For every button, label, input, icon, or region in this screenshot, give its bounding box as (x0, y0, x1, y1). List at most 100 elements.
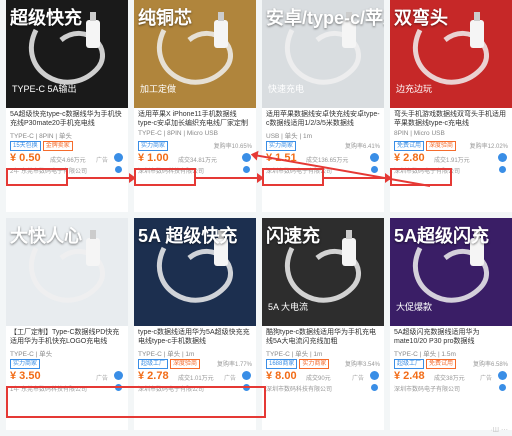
product-price: ¥ 2.48 (394, 370, 425, 382)
product-title[interactable]: 【工厂定制】Type-C数据线PD快充适用华为手机快充LOGO充电线 (10, 328, 124, 346)
cart-icon[interactable] (114, 153, 123, 162)
product-tag: 免费试用 (394, 141, 425, 151)
product-title[interactable]: 5A超级快充type-c数据线华为手机快充线P30mate20手机充电线 (10, 110, 124, 128)
image-headline: 安卓/type-c/苹果数据线 (266, 8, 384, 28)
product-title[interactable]: 5A超级闪充数据线适用华为mate10/20 P30 pro数据线 (394, 328, 508, 346)
repurchase-rate: 复购率10.65% (213, 144, 252, 150)
ad-label: 广告 (95, 158, 108, 164)
highlight-box (134, 168, 196, 186)
sales-volume: 成交38万元 (434, 376, 465, 382)
sales-volume: 成交4.66万元 (50, 158, 86, 164)
product-specs: TYPE-C | 单头 | 1m (266, 351, 323, 358)
ad-label: 广告 (95, 376, 108, 382)
image-subline: 5A 大电流 (268, 302, 309, 312)
sales-volume: 成交1.01万元 (178, 376, 214, 382)
verified-icon (243, 166, 250, 173)
product-tag: 1688商家 (266, 359, 298, 369)
highlight-box (6, 386, 266, 418)
cart-icon[interactable] (242, 371, 251, 380)
product-image[interactable]: 5A 超级快充 (134, 218, 256, 326)
product-image[interactable]: 5A超级闪充 大促爆款 (390, 218, 512, 326)
image-headline: 闪速充 (266, 226, 320, 246)
arrow-annotation (196, 173, 264, 183)
product-specs: TYPE-C | 8PIN | Micro USB (138, 130, 218, 137)
product-tag: 超级工厂 (138, 359, 169, 369)
product-image[interactable]: 大快人心 (6, 218, 128, 326)
product-image[interactable]: 双弯头 边充边玩 (390, 0, 512, 108)
highlight-box (262, 168, 324, 186)
product-tag: 深度验商 (426, 141, 457, 151)
product-price: ¥ 8.00 (266, 370, 297, 382)
product-specs: 8PIN | Micro USB (394, 130, 445, 137)
image-headline: 双弯头 (394, 8, 448, 28)
product-tags: 实力商家 (10, 359, 41, 369)
ad-label: 广告 (351, 376, 364, 382)
product-tags: 免费试用 深度验商 (394, 141, 457, 151)
image-headline: 超级快充 (10, 8, 82, 28)
product-tags: 15天包换 金牌卖家 (10, 141, 73, 151)
ad-label: 广告 (479, 376, 492, 382)
product-card[interactable]: 闪速充 5A 大电流酷狗type-c数据线适用华为手机充电线5A大电流闪充线加粗 T… (262, 218, 384, 430)
image-headline: 5A超级闪充 (394, 226, 490, 246)
cart-icon[interactable] (370, 371, 379, 380)
product-image[interactable]: 安卓/type-c/苹果数据线快速充电 (262, 0, 384, 108)
product-image[interactable]: 超级快充 TYPE-C 5A输出 (6, 0, 128, 108)
sales-volume: 成交1.91万元 (434, 158, 470, 164)
product-title[interactable]: 酷狗type-c数据线适用华为手机充电线5A大电流闪充线加粗 (266, 328, 380, 346)
product-specs: TYPE-C | 单头 | 1m (138, 351, 195, 358)
product-tag: 超级工厂 (394, 359, 425, 369)
product-tag: 深度验商 (170, 359, 201, 369)
highlight-box (6, 168, 68, 186)
product-tag: 实力商家 (138, 141, 169, 151)
product-tag: 15天包换 (10, 141, 41, 151)
product-tags: 超级工厂 深度验商 (138, 359, 201, 369)
product-image[interactable]: 闪速充 5A 大电流 (262, 218, 384, 326)
product-tags: 超级工厂 免费试用 (394, 359, 457, 369)
product-specs: USB | 单头 | 1m (266, 133, 312, 140)
product-title[interactable]: 适用苹果数据线安卓快充线安卓type-c数据线适用1/2/3/5米数据线 (266, 110, 380, 128)
repurchase-rate: 复购率3.54% (344, 362, 380, 368)
verified-icon (115, 166, 122, 173)
product-image[interactable]: 纯铜芯 加工定做 (134, 0, 256, 108)
image-headline: 大快人心 (10, 226, 82, 246)
image-headline: 5A 超级快充 (138, 226, 238, 246)
image-subline: 加工定做 (140, 84, 177, 94)
product-title[interactable]: 弯头手机游戏数据线双弯头手机适用苹果数据线type-c充电线 (394, 110, 508, 128)
product-specs: TYPE-C | 8PIN | 单头 (10, 133, 72, 140)
product-tag: 实力商家 (266, 141, 297, 151)
product-tag: 免费试用 (426, 359, 457, 369)
repurchase-rate: 复购率1.77% (216, 362, 252, 368)
shop-name[interactable]: 深圳市数码科技有限公司 (266, 384, 332, 393)
product-price: ¥ 0.50 (10, 152, 41, 164)
image-subline: TYPE-C 5A输出 (12, 84, 77, 94)
product-price: ¥ 2.78 (138, 370, 169, 382)
product-price: ¥ 3.50 (10, 370, 41, 382)
verified-icon (499, 384, 506, 391)
product-tag: 金牌卖家 (42, 141, 73, 151)
product-tag: 实力商家 (299, 359, 330, 369)
image-headline: 纯铜芯 (138, 8, 192, 28)
product-price: ¥ 1.00 (138, 152, 169, 164)
image-subline: 快速充电 (268, 84, 305, 94)
cart-icon[interactable] (498, 371, 507, 380)
repurchase-rate: 复购率6.58% (472, 362, 508, 368)
verified-icon (371, 166, 378, 173)
product-tags: 实力商家 (266, 141, 297, 151)
product-card[interactable]: 5A超级闪充 大促爆款 5A超级闪充数据线适用华为mate10/20 P30 pro… (390, 218, 512, 430)
verified-icon (499, 166, 506, 173)
product-specs: TYPE-C | 单头 (10, 351, 53, 358)
product-title[interactable]: type-c数据线适用华为5A超级快充充电线type-c手机数据线 (138, 328, 252, 346)
repurchase-rate: 复购率6.41% (344, 144, 380, 150)
sales-volume: 成交136.65万元 (306, 158, 349, 164)
shop-name[interactable]: 深圳市数码电子有限公司 (394, 384, 460, 393)
sales-volume: 成交34.81万元 (178, 158, 218, 164)
product-price: ¥ 2.80 (394, 152, 425, 164)
arrow-annotation (68, 173, 136, 183)
sales-volume: 成交90元 (306, 376, 331, 382)
cart-icon[interactable] (114, 371, 123, 380)
product-tags: 1688商家 实力商家 (266, 359, 330, 369)
product-title[interactable]: 适用苹果X iPhone11手机数据线type-c安卓加长编织充电线厂家定制 (138, 110, 252, 128)
cart-icon[interactable] (370, 153, 379, 162)
ad-label: 广告 (223, 376, 236, 382)
cart-icon[interactable] (498, 153, 507, 162)
